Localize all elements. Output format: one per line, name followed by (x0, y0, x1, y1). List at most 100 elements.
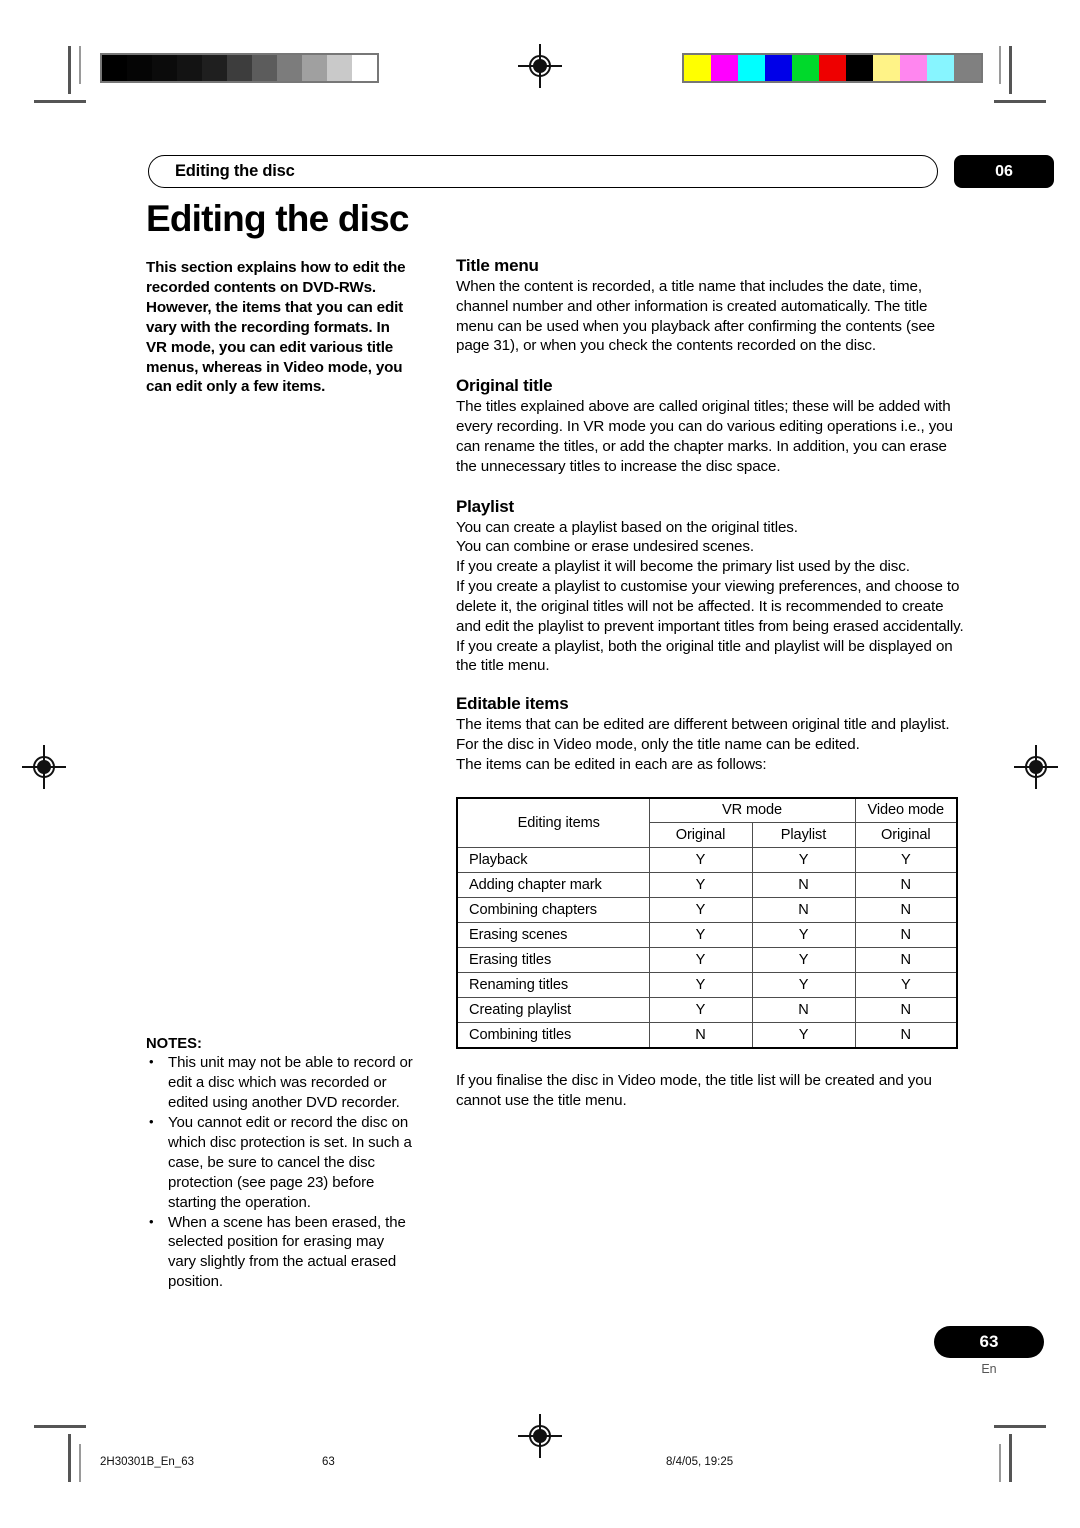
color-swatch-3 (765, 55, 792, 81)
table-header-vr-mode: VR mode (648, 797, 856, 824)
color-swatch-9 (927, 55, 954, 81)
running-header: Editing the disc 06 (148, 155, 1054, 188)
chapter-number-badge: 06 (954, 155, 1054, 188)
table-cell-vr-original: Y (648, 872, 753, 899)
note-text: When a scene has been erased, the select… (168, 1213, 406, 1291)
crop-mark-bottom-left-secondary (79, 1444, 81, 1482)
greyscale-swatch-0 (102, 55, 127, 81)
table-cell-vr-original: Y (648, 997, 753, 1024)
table-cell-vr-playlist: Y (751, 847, 856, 874)
table-head: Editing items VR mode Video mode Origina… (456, 797, 958, 849)
bullet-icon: • (149, 1213, 154, 1229)
section-body-playlist-2: You can combine or erase undesired scene… (456, 538, 754, 556)
page-number-badge: 63 (934, 1326, 1044, 1358)
table-row: Combining chapters Y N N (456, 897, 958, 924)
table-cell-video-original: N (854, 922, 958, 949)
intro-paragraph: This section explains how to edit the re… (146, 259, 406, 396)
crop-mark-top-right-vertical (1009, 46, 1012, 94)
color-swatch-0 (684, 55, 711, 81)
table-cell-item: Erasing titles (456, 947, 650, 974)
table-subheader-video-original: Original (854, 822, 958, 849)
table-body: Playback Y Y Y Adding chapter mark Y N N… (456, 847, 958, 1049)
greyscale-swatch-5 (227, 55, 252, 81)
table-cell-vr-playlist: N (751, 897, 856, 924)
running-header-pill: Editing the disc (148, 155, 938, 188)
notes-heading: NOTES: (146, 1036, 202, 1052)
table-cell-item: Combining chapters (456, 897, 650, 924)
footer-timestamp: 8/4/05, 19:25 (666, 1456, 734, 1468)
page-number-block: 63 En (934, 1326, 1044, 1376)
greyscale-swatch-8 (302, 55, 327, 81)
editable-items-table: Editing items VR mode Video mode Origina… (456, 796, 959, 1049)
crop-mark-bottom-left-horizontal (34, 1425, 86, 1428)
table-cell-item: Erasing scenes (456, 922, 650, 949)
section-body-original-title: The titles explained above are called or… (456, 398, 953, 475)
table-header-editing-items: Editing items (456, 797, 650, 849)
registration-mark-top-icon (518, 44, 562, 88)
color-swatch-1 (711, 55, 738, 81)
crop-mark-bottom-right-vertical (1009, 1434, 1012, 1482)
crop-mark-bottom-right-horizontal (994, 1425, 1046, 1428)
table-row: Erasing titles Y Y N (456, 947, 958, 974)
color-swatch-8 (900, 55, 927, 81)
table-cell-vr-playlist: N (751, 997, 856, 1024)
table-cell-video-original: Y (854, 847, 958, 874)
table-header-video-mode: Video mode (854, 797, 958, 824)
table-cell-video-original: Y (854, 972, 958, 999)
table-row: Creating playlist Y N N (456, 997, 958, 1024)
section-body-playlist-3: If you create a playlist it will become … (456, 558, 910, 576)
list-item: • This unit may not be able to record or… (146, 1053, 414, 1113)
table-cell-vr-playlist: Y (751, 972, 856, 999)
greyscale-swatch-9 (327, 55, 352, 81)
section-heading-editable-items: Editable items (456, 694, 569, 714)
editable-items-table-wrapper: Editing items VR mode Video mode Origina… (456, 796, 959, 1049)
bullet-icon: • (149, 1113, 154, 1129)
table-cell-vr-playlist: Y (751, 922, 856, 949)
greyscale-swatch-3 (177, 55, 202, 81)
greyscale-swatch-4 (202, 55, 227, 81)
section-heading-original-title: Original title (456, 376, 553, 396)
notes-list: • This unit may not be able to record or… (146, 1053, 414, 1292)
list-item: • You cannot edit or record the disc on … (146, 1113, 414, 1213)
crop-mark-top-right-secondary (999, 46, 1001, 84)
note-text: You cannot edit or record the disc on wh… (168, 1113, 412, 1211)
table-cell-vr-original: Y (648, 897, 753, 924)
greyscale-swatch-7 (277, 55, 302, 81)
table-row: Adding chapter mark Y N N (456, 872, 958, 899)
table-cell-vr-original: Y (648, 947, 753, 974)
table-cell-item: Renaming titles (456, 972, 650, 999)
greyscale-swatch-1 (127, 55, 152, 81)
table-cell-vr-original: Y (648, 922, 753, 949)
table-cell-vr-original: N (648, 1022, 753, 1049)
greyscale-swatch-6 (252, 55, 277, 81)
section-body-title-menu: When the content is recorded, a title na… (456, 278, 936, 355)
page-language-label: En (981, 1362, 997, 1376)
registration-mark-bottom-icon (518, 1414, 562, 1458)
color-swatch-10 (954, 55, 981, 81)
color-swatch-7 (873, 55, 900, 81)
color-swatch-4 (792, 55, 819, 81)
registration-mark-right-icon (1014, 745, 1058, 789)
table-cell-video-original: N (854, 1022, 958, 1049)
section-heading-title-menu: Title menu (456, 256, 539, 275)
table-row: Renaming titles Y Y Y (456, 972, 958, 999)
section-body-playlist-5: If you create a playlist, both the origi… (456, 637, 953, 675)
crop-mark-top-left-horizontal (34, 100, 86, 103)
table-cell-vr-original: Y (648, 847, 753, 874)
table-cell-item: Adding chapter mark (456, 872, 650, 899)
section-body-playlist-4: If you create a playlist to customise yo… (456, 578, 964, 635)
greyscale-swatch-2 (152, 55, 177, 81)
table-row: Combining titles N Y N (456, 1022, 958, 1049)
table-cell-item: Playback (456, 847, 650, 874)
registration-mark-left-icon (22, 745, 66, 789)
crop-mark-bottom-right-secondary (999, 1444, 1001, 1482)
page-title: Editing the disc (146, 198, 409, 239)
color-swatch-2 (738, 55, 765, 81)
table-cell-vr-playlist: Y (751, 947, 856, 974)
table-cell-video-original: N (854, 872, 958, 899)
footer-page-number: 63 (322, 1456, 335, 1468)
list-item: • When a scene has been erased, the sele… (146, 1213, 414, 1293)
table-cell-video-original: N (854, 947, 958, 974)
section-heading-playlist: Playlist (456, 496, 514, 516)
table-subheader-vr-playlist: Playlist (751, 822, 856, 849)
